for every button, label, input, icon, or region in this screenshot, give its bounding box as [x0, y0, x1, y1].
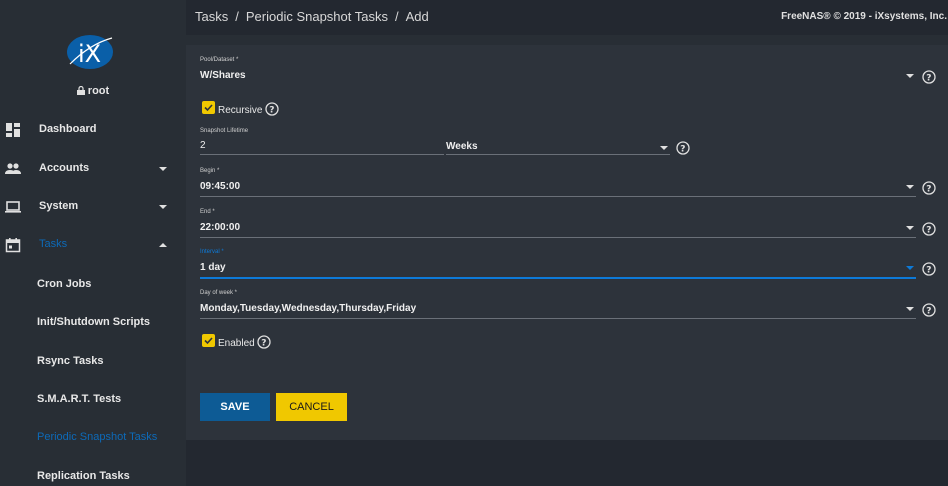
sidebar-item-label: System	[39, 200, 79, 212]
calendar-icon	[5, 238, 21, 253]
sidebar-item-label: Accounts	[39, 162, 90, 174]
end-label: End *	[200, 209, 215, 215]
sidebar-subitem-rsync[interactable]: Rsync Tasks	[37, 355, 103, 367]
interval-label: Interval *	[200, 249, 224, 255]
username: root	[87, 85, 110, 97]
recursive-checkbox[interactable]	[202, 101, 215, 114]
breadcrumb-periodic-snapshot[interactable]: Periodic Snapshot Tasks	[246, 9, 388, 24]
svg-text:?: ?	[261, 339, 266, 349]
help-icon[interactable]: ?	[257, 335, 271, 349]
end-underline	[200, 237, 916, 238]
pool-dataset-label: Pool/Dataset *	[200, 57, 239, 63]
chevron-down-icon[interactable]	[660, 146, 668, 150]
save-button[interactable]: SAVE	[200, 393, 270, 421]
enabled-label: Enabled	[218, 338, 255, 349]
help-icon[interactable]: ?	[922, 262, 936, 276]
svg-text:?: ?	[926, 74, 931, 84]
help-icon[interactable]: ?	[265, 102, 279, 116]
chevron-down-icon[interactable]	[906, 226, 914, 230]
chevron-down-icon	[159, 205, 167, 209]
begin-select[interactable]: 09:45:00	[200, 181, 240, 192]
svg-text:?: ?	[269, 106, 274, 116]
sidebar-item-label: Dashboard	[39, 123, 97, 135]
chevron-down-icon[interactable]	[906, 185, 914, 189]
sidebar-item-tasks[interactable]: Tasks	[0, 226, 186, 264]
svg-text:iX: iX	[78, 40, 101, 68]
people-icon	[5, 163, 21, 174]
lifetime-unit-underline	[446, 154, 670, 155]
interval-underline	[200, 277, 916, 279]
sidebar-subitem-init-shutdown[interactable]: Init/Shutdown Scripts	[37, 316, 150, 328]
check-icon	[204, 337, 213, 345]
cancel-button[interactable]: CANCEL	[276, 393, 347, 421]
chevron-up-icon	[159, 243, 167, 247]
day-of-week-underline	[200, 318, 916, 319]
lifetime-unit-select[interactable]: Weeks	[446, 141, 478, 152]
sidebar-item-accounts[interactable]: Accounts	[0, 150, 186, 188]
help-icon[interactable]: ?	[676, 141, 690, 155]
card-divider	[186, 35, 948, 45]
sidebar: iX root Dashboard Accounts System Tasks …	[0, 0, 186, 486]
svg-text:?: ?	[926, 266, 931, 276]
sidebar-subitem-cron-jobs[interactable]: Cron Jobs	[37, 278, 91, 290]
lifetime-label: Snapshot Lifetime	[200, 128, 249, 134]
dashboard-icon	[6, 123, 20, 137]
help-icon[interactable]: ?	[922, 303, 936, 317]
svg-text:?: ?	[680, 145, 685, 155]
check-icon	[204, 104, 213, 112]
enabled-checkbox[interactable]	[202, 334, 215, 347]
sidebar-subitem-smart[interactable]: S.M.A.R.T. Tests	[37, 393, 121, 405]
help-icon[interactable]: ?	[922, 181, 936, 195]
chevron-down-icon[interactable]	[906, 74, 914, 78]
begin-underline	[200, 196, 916, 197]
breadcrumb-tasks[interactable]: Tasks	[195, 9, 228, 24]
sidebar-subitem-periodic-snapshot[interactable]: Periodic Snapshot Tasks	[37, 431, 157, 443]
end-select[interactable]: 22:00:00	[200, 222, 240, 233]
breadcrumb: Tasks / Periodic Snapshot Tasks / Add	[195, 9, 429, 24]
pool-dataset-select[interactable]: W/Shares	[200, 70, 246, 81]
sidebar-item-label: Tasks	[39, 238, 68, 250]
svg-text:?: ?	[926, 226, 931, 236]
svg-text:?: ?	[926, 185, 931, 195]
breadcrumb-add: Add	[405, 9, 429, 24]
lock-icon	[76, 86, 85, 95]
day-of-week-label: Day of week *	[200, 290, 238, 296]
chevron-down-icon[interactable]	[906, 307, 914, 311]
lifetime-input[interactable]: 2	[200, 140, 206, 151]
chevron-down-icon[interactable]	[906, 266, 914, 270]
sidebar-item-system[interactable]: System	[0, 188, 186, 226]
laptop-icon	[5, 201, 21, 213]
svg-text:?: ?	[926, 307, 931, 317]
sidebar-item-dashboard[interactable]: Dashboard	[0, 111, 186, 149]
interval-select[interactable]: 1 day	[200, 262, 226, 273]
recursive-label: Recursive	[218, 105, 263, 116]
help-icon[interactable]: ?	[922, 222, 936, 236]
ix-logo: iX	[67, 35, 113, 69]
sidebar-subitem-replication[interactable]: Replication Tasks	[37, 470, 130, 482]
copyright: FreeNAS® © 2019 - iXsystems, Inc.	[781, 11, 947, 22]
help-icon[interactable]: ?	[922, 70, 936, 84]
lifetime-underline	[200, 154, 444, 155]
day-of-week-select[interactable]: Monday,Tuesday,Wednesday,Thursday,Friday	[200, 303, 416, 314]
begin-label: Begin *	[200, 168, 220, 174]
chevron-down-icon	[159, 167, 167, 171]
user-label: root	[0, 85, 186, 97]
